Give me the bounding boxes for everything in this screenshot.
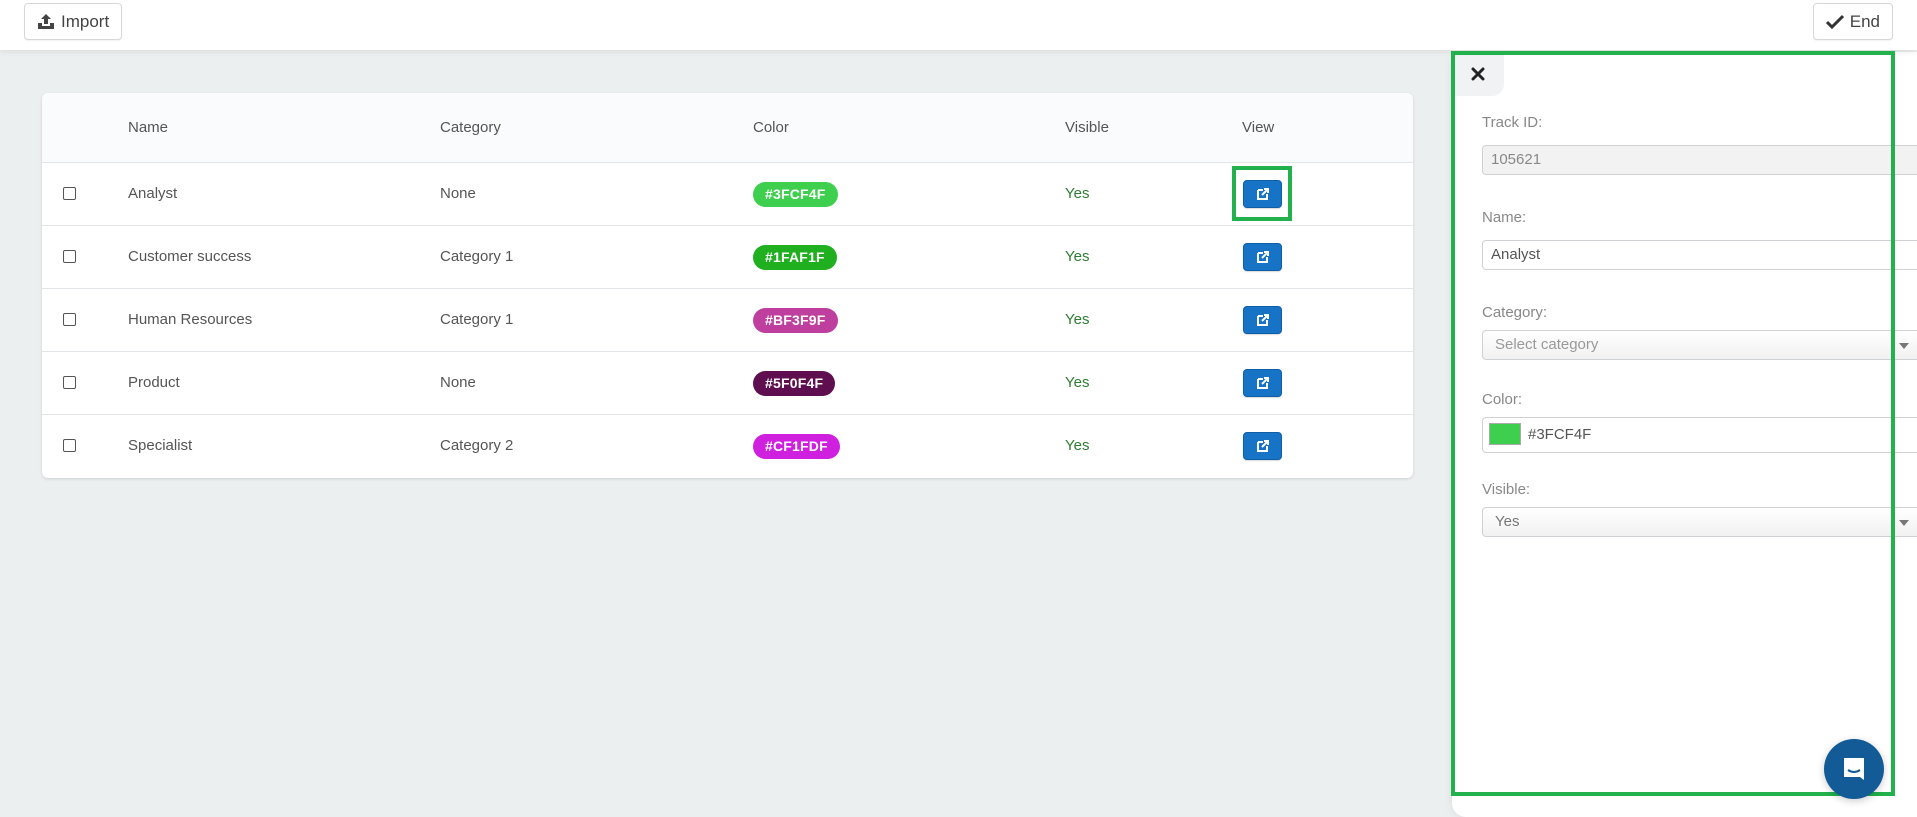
row-name: Specialist [128,437,193,454]
view-button[interactable] [1243,306,1282,334]
row-checkbox[interactable] [63,313,76,326]
track-id-field: 105621 [1482,145,1917,175]
name-field[interactable]: Analyst [1482,240,1917,270]
external-link-icon [1256,377,1269,389]
view-button[interactable] [1243,432,1282,460]
row-name: Human Resources [128,311,253,328]
row-visible: Yes [1065,374,1090,391]
category-label: Category: [1482,304,1548,321]
row-checkbox[interactable] [63,250,76,263]
chat-launcher-button[interactable] [1824,739,1884,799]
end-button[interactable]: End [1812,3,1893,40]
table-row: Customer success Category 1 #1FAF1F Yes [42,226,1413,289]
track-detail-panel: Track ID: 105621 Name: Analyst Category:… [1452,52,1917,817]
chevron-down-icon [1899,520,1909,526]
import-label: Import [61,11,110,31]
table-row: Analyst None #3FCF4F Yes [42,163,1413,226]
column-header-visible[interactable]: Visible [1065,93,1109,163]
color-value: #3FCF4F [1528,426,1592,443]
color-badge: #BF3F9F [753,308,838,333]
color-badge: #CF1FDF [753,434,840,459]
row-category: None [440,185,476,202]
row-visible: Yes [1065,437,1090,454]
visible-label: Visible: [1482,481,1531,498]
upload-icon [38,14,54,29]
color-field[interactable]: #3FCF4F [1482,417,1917,453]
visible-value: Yes [1495,513,1520,530]
view-button[interactable] [1243,180,1282,208]
external-link-icon [1256,440,1269,452]
table-header: Name Category Color Visible View [42,93,1413,163]
chevron-down-icon [1899,343,1909,349]
row-checkbox[interactable] [63,376,76,389]
check-icon [1825,14,1844,29]
row-checkbox[interactable] [63,187,76,200]
table-body: Analyst None #3FCF4F Yes Customer succes… [42,163,1413,478]
row-category: Category 1 [440,248,514,265]
color-badge: #3FCF4F [753,182,838,207]
category-placeholder: Select category [1495,336,1599,353]
column-header-view: View [1242,119,1275,136]
table-row: Specialist Category 2 #CF1FDF Yes [42,415,1413,478]
color-label: Color: [1482,391,1523,408]
row-name: Customer success [128,248,252,265]
view-button[interactable] [1243,369,1282,397]
row-name: Product [128,374,180,391]
end-label: End [1849,11,1880,31]
row-visible: Yes [1065,311,1090,328]
import-button[interactable]: Import [24,3,123,40]
view-button[interactable] [1243,243,1282,271]
external-link-icon [1256,188,1269,200]
row-visible: Yes [1065,185,1090,202]
close-icon [1471,67,1485,81]
color-swatch[interactable] [1489,423,1521,445]
tracks-table: Name Category Color Visible View Analyst… [42,93,1413,478]
close-panel-button[interactable] [1452,52,1504,96]
row-category: Category 1 [440,311,514,328]
row-checkbox[interactable] [63,439,76,452]
column-header-color[interactable]: Color [753,93,789,163]
column-header-name[interactable]: Name [128,93,168,163]
visible-select[interactable]: Yes [1482,507,1917,537]
column-header-category[interactable]: Category [440,93,501,163]
external-link-icon [1256,251,1269,263]
color-badge: #5F0F4F [753,371,836,396]
track-id-label: Track ID: [1482,114,1543,131]
row-category: None [440,374,476,391]
table-row: Human Resources Category 1 #BF3F9F Yes [42,289,1413,352]
top-toolbar: Import End [0,0,1917,50]
chat-icon [1844,758,1864,780]
category-select[interactable]: Select category [1482,330,1917,360]
row-name: Analyst [128,185,178,202]
name-label: Name: [1482,209,1527,226]
color-badge: #1FAF1F [753,245,837,270]
table-row: Product None #5F0F4F Yes [42,352,1413,415]
row-category: Category 2 [440,437,514,454]
external-link-icon [1256,314,1269,326]
row-visible: Yes [1065,248,1090,265]
